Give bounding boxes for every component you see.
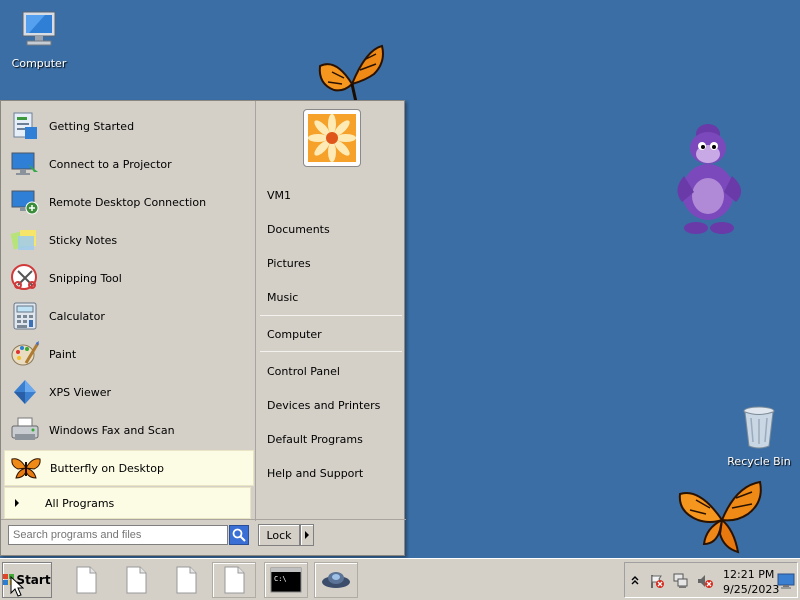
clock-date[interactable]: 9/25/2023 (723, 583, 779, 596)
place-documents[interactable]: Documents (267, 223, 330, 236)
places-panel: VM1 Documents Pictures Music Computer Co… (257, 101, 405, 519)
action-center-icon[interactable] (649, 573, 665, 589)
taskbar-button-document[interactable] (164, 562, 208, 598)
program-getting-started[interactable]: Getting Started (4, 108, 254, 144)
taskbar-button-document[interactable] (212, 562, 256, 598)
network-icon[interactable] (673, 573, 689, 589)
document-icon (176, 566, 197, 594)
taskbar-button-network-app[interactable] (314, 562, 358, 598)
program-label: Butterfly on Desktop (50, 461, 164, 475)
place-devices-printers[interactable]: Devices and Printers (267, 399, 380, 412)
program-label: Sticky Notes (49, 233, 118, 247)
calculator-icon (13, 302, 37, 330)
place-music[interactable]: Music (267, 291, 298, 304)
show-desktop-icon[interactable] (777, 572, 795, 590)
taskbar-button-command-prompt[interactable]: C:\ (264, 562, 308, 598)
system-tray: 12:21 PM 9/25/2023 (624, 562, 798, 598)
program-xps-viewer[interactable]: XPS Viewer (4, 374, 254, 410)
butterfly-icon[interactable] (316, 44, 386, 106)
place-help-support[interactable]: Help and Support (267, 467, 363, 480)
clock-time[interactable]: 12:21 PM (723, 568, 774, 581)
snipping-tool-icon (11, 264, 37, 290)
butterfly-icon[interactable] (676, 478, 766, 556)
show-hidden-icons-button[interactable] (631, 575, 639, 588)
program-connect-projector[interactable]: Connect to a Projector (4, 146, 254, 182)
desktop-icon-label: Computer (11, 57, 67, 70)
programs-list: Getting Started Connect to a Projector R… (4, 104, 254, 518)
desktop-icon-recycle-bin[interactable]: Recycle Bin (726, 404, 792, 468)
start-menu: Getting Started Connect to a Projector R… (0, 100, 406, 556)
chevron-up-icon (631, 576, 639, 585)
recycle-bin-icon (743, 406, 775, 449)
document-icon (76, 566, 97, 594)
program-snipping-tool[interactable]: Snipping Tool (4, 260, 254, 296)
document-icon (224, 566, 245, 594)
program-label: Connect to a Projector (49, 157, 172, 171)
xps-viewer-icon (14, 380, 36, 404)
search-icon (232, 528, 246, 542)
places-divider (260, 315, 402, 316)
computer-icon (22, 11, 56, 46)
getting-started-icon (13, 112, 37, 139)
cmd-text: C:\ (274, 575, 287, 583)
column-divider (255, 101, 256, 521)
desktop-icon-label: Recycle Bin (727, 455, 791, 468)
search-button[interactable] (229, 525, 249, 545)
place-computer[interactable]: Computer (267, 328, 322, 341)
place-pictures[interactable]: Pictures (267, 257, 311, 270)
fax-scan-icon (11, 417, 39, 440)
all-programs-label: All Programs (45, 496, 115, 510)
program-paint[interactable]: Paint (4, 336, 254, 372)
program-label: Windows Fax and Scan (49, 423, 175, 437)
program-sticky-notes[interactable]: Sticky Notes (4, 222, 254, 258)
shutdown-options-button[interactable] (300, 524, 314, 546)
search-input[interactable] (8, 525, 228, 545)
program-label: Getting Started (49, 119, 135, 133)
lock-label: Lock (266, 528, 292, 542)
arrow-right-icon (305, 531, 309, 539)
user-picture[interactable] (303, 109, 361, 167)
gorilla-character[interactable] (668, 120, 752, 238)
volume-muted-icon[interactable] (697, 573, 713, 589)
place-control-panel[interactable]: Control Panel (267, 365, 340, 378)
place-user-folder[interactable]: VM1 (267, 189, 291, 202)
arrow-right-icon (15, 499, 19, 507)
lock-button[interactable]: Lock (258, 524, 300, 546)
paint-icon (11, 341, 40, 366)
butterfly-icon (11, 458, 41, 479)
program-fax-scan[interactable]: Windows Fax and Scan (4, 412, 254, 448)
places-divider (260, 351, 402, 352)
bottom-divider (1, 519, 406, 520)
program-label: Calculator (49, 309, 105, 323)
remote-desktop-icon (11, 190, 39, 215)
program-label: Remote Desktop Connection (49, 195, 207, 209)
program-calculator[interactable]: Calculator (4, 298, 254, 334)
program-label: Paint (49, 347, 77, 361)
program-remote-desktop[interactable]: Remote Desktop Connection (4, 184, 254, 220)
taskbar-button-document[interactable] (64, 562, 108, 598)
mouse-cursor-icon (10, 576, 24, 597)
document-icon (126, 566, 147, 594)
command-prompt-icon: C:\ (270, 567, 302, 593)
sticky-notes-icon (10, 230, 36, 250)
program-label: Snipping Tool (49, 271, 122, 285)
program-butterfly[interactable]: Butterfly on Desktop (4, 450, 254, 486)
taskbar: Start C:\ 12:21 PM 9/25/2023 (0, 558, 800, 600)
all-programs-button[interactable]: All Programs (4, 487, 251, 519)
desktop-icon-computer[interactable]: Computer (8, 8, 70, 70)
taskbar-button-document[interactable] (114, 562, 158, 598)
satellite-icon (322, 572, 350, 588)
projector-icon (11, 152, 38, 175)
flower-icon (308, 114, 356, 162)
program-label: XPS Viewer (49, 385, 112, 399)
place-default-programs[interactable]: Default Programs (267, 433, 363, 446)
